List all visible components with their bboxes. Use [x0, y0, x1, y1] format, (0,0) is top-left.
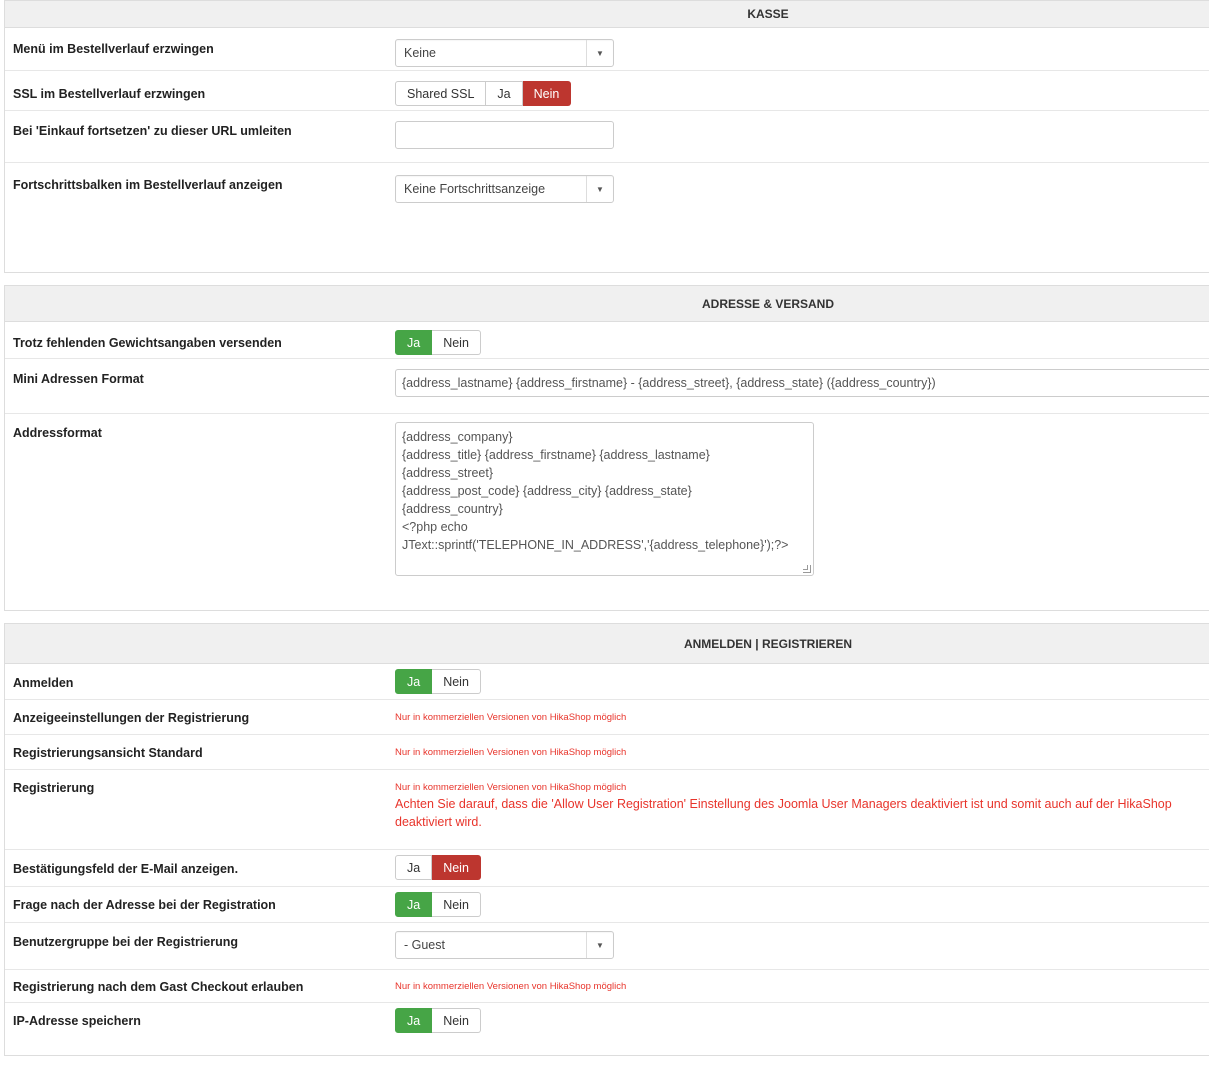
mini-format-label: Mini Adressen Format: [13, 372, 144, 386]
login-toggle-group: Ja Nein: [395, 669, 481, 694]
menu-select-value: Keine: [404, 46, 436, 60]
address-format-line: {address_street}: [402, 466, 494, 480]
ask-address-toggle-group: Ja Nein: [395, 892, 481, 917]
weight-row: Trotz fehlenden Gewichtsangaben versende…: [5, 323, 1209, 359]
email-confirm-row: Bestätigungsfeld der E-Mail anzeigen. Ja…: [5, 850, 1209, 887]
registration-row: Registrierung Nur in kommerziellen Versi…: [5, 770, 1209, 850]
ip-address-toggle-group: Ja Nein: [395, 1008, 481, 1033]
kasse-panel: KASSE Menü im Bestellverlauf erzwingen K…: [4, 0, 1209, 273]
address-format-textarea[interactable]: {address_company} {address_title} {addre…: [395, 422, 814, 576]
menu-row: Menü im Bestellverlauf erzwingen Keine ▼: [5, 29, 1209, 71]
ask-address-no-button[interactable]: Nein: [432, 892, 481, 917]
ip-address-yes-button[interactable]: Ja: [395, 1008, 433, 1033]
commercial-only-note: Nur in kommerziellen Versionen von HikaS…: [395, 981, 627, 992]
resize-handle-icon[interactable]: [803, 565, 811, 573]
ssl-toggle-group: Shared SSL Ja Nein: [395, 81, 572, 106]
caret-down-icon: ▼: [586, 176, 613, 202]
address-format-line: {address_company}: [402, 430, 513, 444]
weight-yes-button[interactable]: Ja: [395, 330, 433, 355]
progress-select-value: Keine Fortschrittsanzeige: [404, 182, 546, 196]
commercial-only-note: Nur in kommerziellen Versionen von HikaS…: [395, 747, 627, 758]
adresse-panel: ADRESSE & VERSAND Trotz fehlenden Gewich…: [4, 285, 1209, 611]
registration-warning: Achten Sie darauf, dass die 'Allow User …: [395, 797, 1172, 829]
menu-select[interactable]: Keine ▼: [395, 39, 614, 67]
ask-address-row: Frage nach der Adresse bei der Registrat…: [5, 887, 1209, 923]
address-format-line: JText::sprintf('TELEPHONE_IN_ADDRESS','{…: [402, 538, 789, 552]
address-format-line: {address_title} {address_firstname} {add…: [402, 448, 710, 462]
kasse-panel-title: KASSE: [5, 1, 1209, 28]
commercial-only-note: Nur in kommerziellen Versionen von HikaS…: [395, 782, 627, 793]
email-confirm-yes-button[interactable]: Ja: [395, 855, 433, 880]
anmelden-panel-title: ANMELDEN | REGISTRIEREN: [5, 624, 1209, 664]
weight-toggle-group: Ja Nein: [395, 330, 481, 355]
user-group-row: Benutzergruppe bei der Registrierung - G…: [5, 923, 1209, 970]
ssl-no-button[interactable]: Nein: [522, 81, 572, 106]
login-row: Anmelden Ja Nein: [5, 665, 1209, 700]
login-no-button[interactable]: Nein: [432, 669, 481, 694]
ssl-yes-button[interactable]: Ja: [486, 81, 523, 106]
display-settings-label: Anzeigeeinstellungen der Registrierung: [13, 711, 250, 725]
email-confirm-label: Bestätigungsfeld der E-Mail anzeigen.: [13, 862, 239, 876]
progress-label: Fortschrittsbalken im Bestellverlauf anz…: [13, 178, 283, 192]
ssl-label: SSL im Bestellverlauf erzwingen: [13, 87, 206, 101]
display-settings-row: Anzeigeeinstellungen der Registrierung N…: [5, 700, 1209, 735]
redirect-label: Bei 'Einkauf fortsetzen' zu dieser URL u…: [13, 124, 292, 138]
address-format-line: {address_post_code} {address_city} {addr…: [402, 484, 692, 498]
ip-address-label: IP-Adresse speichern: [13, 1014, 141, 1028]
ssl-row: SSL im Bestellverlauf erzwingen Shared S…: [5, 71, 1209, 111]
address-format-row: Addressformat {address_company} {address…: [5, 414, 1209, 610]
ssl-shared-button[interactable]: Shared SSL: [395, 81, 487, 106]
email-confirm-toggle-group: Ja Nein: [395, 855, 481, 880]
default-view-label: Registrierungsansicht Standard: [13, 746, 203, 760]
commercial-only-note: Nur in kommerziellen Versionen von HikaS…: [395, 712, 627, 723]
login-yes-button[interactable]: Ja: [395, 669, 433, 694]
mini-format-row: Mini Adressen Format {address_lastname} …: [5, 359, 1209, 414]
weight-label: Trotz fehlenden Gewichtsangaben versende…: [13, 336, 282, 350]
adresse-panel-title: ADRESSE & VERSAND: [5, 286, 1209, 322]
address-format-label: Addressformat: [13, 426, 102, 440]
login-label: Anmelden: [13, 676, 74, 690]
mini-format-input[interactable]: {address_lastname} {address_firstname} -…: [395, 369, 1209, 397]
ask-address-label: Frage nach der Adresse bei der Registrat…: [13, 898, 276, 912]
address-format-line: {address_country}: [402, 502, 503, 516]
email-confirm-no-button[interactable]: Nein: [432, 855, 481, 880]
caret-down-icon: ▼: [586, 932, 613, 958]
user-group-label: Benutzergruppe bei der Registrierung: [13, 935, 239, 949]
user-group-select-value: - Guest: [404, 938, 445, 952]
guest-checkout-label: Registrierung nach dem Gast Checkout erl…: [13, 980, 304, 994]
address-format-line: <?php echo: [402, 520, 468, 534]
menu-label: Menü im Bestellverlauf erzwingen: [13, 42, 214, 56]
guest-checkout-row: Registrierung nach dem Gast Checkout erl…: [5, 970, 1209, 1003]
user-group-select[interactable]: - Guest ▼: [395, 931, 614, 959]
ip-address-row: IP-Adresse speichern Ja Nein: [5, 1003, 1209, 1055]
default-view-row: Registrierungsansicht Standard Nur in ko…: [5, 735, 1209, 770]
anmelden-panel: ANMELDEN | REGISTRIEREN Anmelden Ja Nein…: [4, 623, 1209, 1056]
ip-address-no-button[interactable]: Nein: [432, 1008, 481, 1033]
progress-select[interactable]: Keine Fortschrittsanzeige ▼: [395, 175, 614, 203]
caret-down-icon: ▼: [586, 40, 613, 66]
redirect-url-input[interactable]: [395, 121, 614, 149]
redirect-row: Bei 'Einkauf fortsetzen' zu dieser URL u…: [5, 111, 1209, 163]
progress-row: Fortschrittsbalken im Bestellverlauf anz…: [5, 163, 1209, 273]
ask-address-yes-button[interactable]: Ja: [395, 892, 433, 917]
weight-no-button[interactable]: Nein: [432, 330, 481, 355]
registration-label: Registrierung: [13, 781, 95, 795]
